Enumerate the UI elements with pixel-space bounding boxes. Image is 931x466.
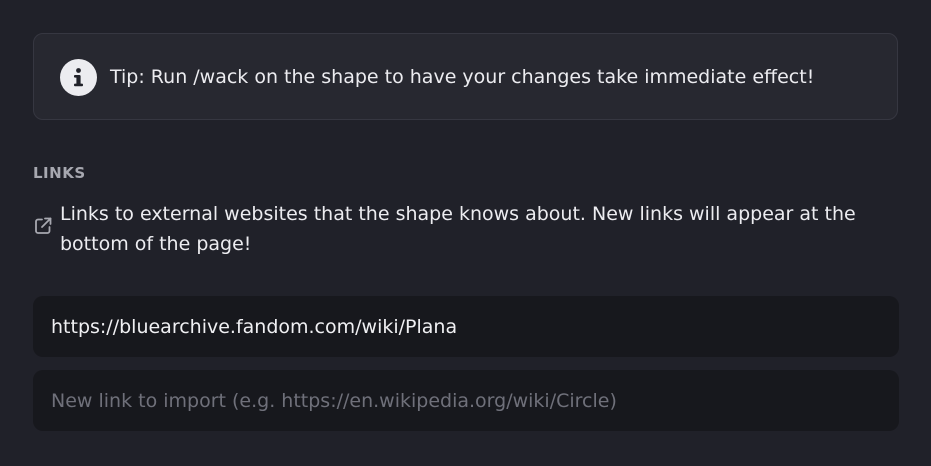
new-link-input[interactable] <box>33 370 899 431</box>
tip-callout: Tip: Run /wack on the shape to have your… <box>33 33 898 120</box>
links-section-heading: LINKS <box>33 164 86 182</box>
external-link-icon <box>33 216 53 236</box>
tip-text: Tip: Run /wack on the shape to have your… <box>110 66 815 88</box>
info-icon <box>60 59 97 96</box>
links-description-text: Links to external websites that the shap… <box>60 203 856 255</box>
link-item[interactable]: https://bluearchive.fandom.com/wiki/Plan… <box>33 296 899 357</box>
shape-settings-page: Tip: Run /wack on the shape to have your… <box>0 0 931 466</box>
